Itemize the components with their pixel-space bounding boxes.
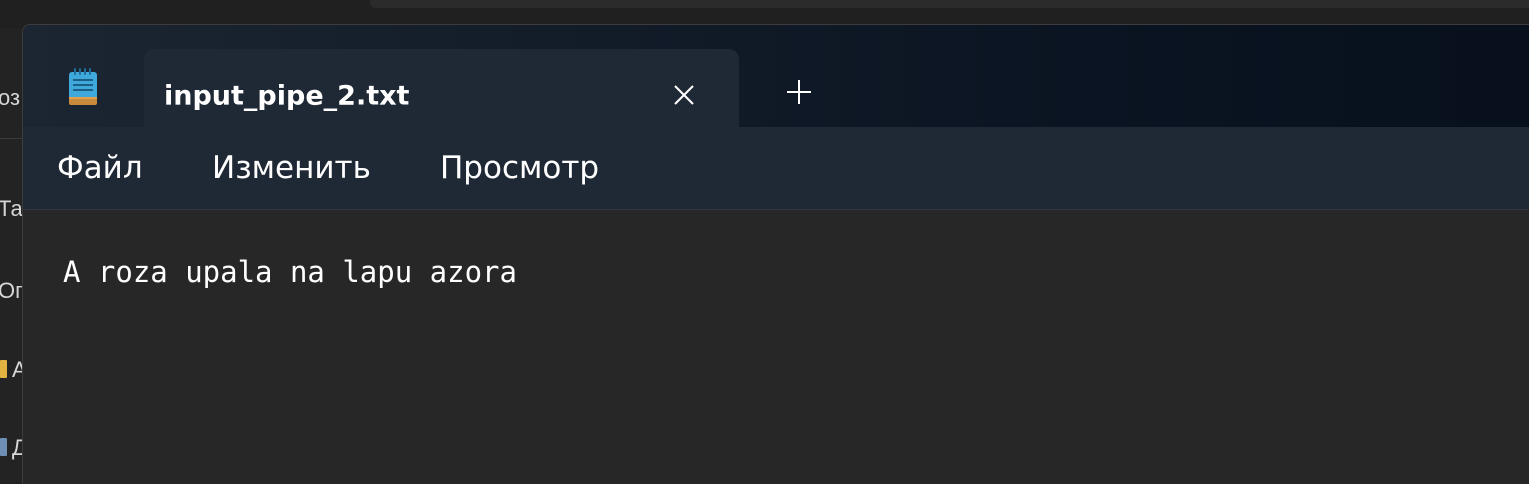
folder-icon (0, 438, 7, 456)
title-bar[interactable]: input_pipe_2.txt (23, 25, 1529, 127)
text-editor[interactable]: A roza upala na lapu azora (23, 210, 1529, 484)
notepad-icon (68, 68, 98, 106)
menu-bar: Файл Изменить Просмотр (23, 127, 1529, 210)
editor-content[interactable]: A roza upala na lapu azora (63, 255, 517, 289)
folder-icon (0, 360, 7, 378)
menu-edit[interactable]: Изменить (212, 150, 371, 186)
menu-file[interactable]: Файл (57, 150, 143, 186)
tab-input-pipe[interactable]: input_pipe_2.txt (144, 49, 739, 127)
background-window-topbar (370, 0, 1529, 8)
close-icon[interactable] (662, 73, 706, 117)
notepad-window: input_pipe_2.txt Файл Изменить Просмотр … (22, 24, 1529, 484)
background-sidebar-text-4[interactable]: А (12, 357, 22, 383)
background-sidebar-text-3[interactable]: Ог (0, 278, 22, 304)
background-divider (0, 138, 22, 139)
tab-title: input_pipe_2.txt (164, 80, 410, 112)
background-sidebar-text-1: оз (0, 85, 21, 110)
background-sidebar-text-2[interactable]: Та (0, 196, 22, 222)
menu-view[interactable]: Просмотр (440, 150, 599, 186)
background-sidebar: оз Та Ог А Д (0, 28, 22, 483)
plus-icon[interactable] (777, 70, 821, 114)
background-sidebar-text-5[interactable]: Д (12, 435, 22, 461)
